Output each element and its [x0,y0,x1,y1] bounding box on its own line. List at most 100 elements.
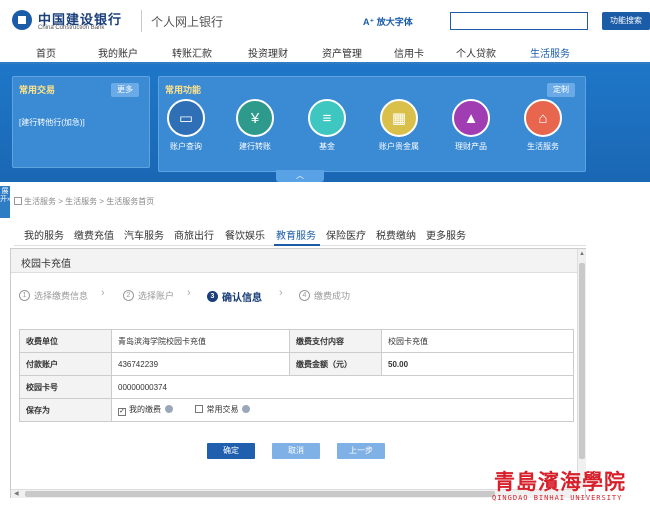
enlarge-font-link[interactable]: A⁺ 放大字体 [363,15,413,28]
account-label: 付款账户 [19,352,112,376]
life-service-icon: ⌂ [524,99,562,137]
function-wealth[interactable]: ▲ 理财产品 [444,99,498,152]
divider [141,10,142,32]
function-fund[interactable]: ≡ 基金 [300,99,354,152]
breadcrumb-text: 生活服务 > 生活服务 > 生活服务首页 [24,197,155,206]
step-2: 2 选择账户 [123,289,174,302]
help-icon[interactable] [242,405,251,413]
card-label: 校园卡号 [19,375,112,399]
breadcrumb: 生活服务 > 生活服务 > 生活服务首页 [14,196,154,207]
active-tab-indicator [274,244,320,246]
tab-travel[interactable]: 商旅出行 [174,227,214,242]
amount-value: 50.00 [381,352,574,376]
common-functions-panel: 常用功能 定制 ▭ 账户查询 ¥ 建行转账 ≡ 基金 ▦ 账户贵金属 ▲ 理财产… [158,76,586,172]
nav-item-home[interactable]: 首页 [36,45,56,60]
wealth-icon: ▲ [452,99,490,137]
bank-logo-icon[interactable] [12,10,32,30]
bank-name-en: China Construction Bank [38,25,105,31]
content-frame: 校园卡充值 1 选择缴费信息 › 2 选择账户 › 3 确认信息 › 4 缴费成功 收费… [10,248,586,498]
function-gold[interactable]: ▦ 账户贵金属 [372,99,426,152]
help-icon[interactable] [165,405,173,413]
more-button[interactable]: 更多 [111,83,139,97]
tab-dining[interactable]: 餐饮娱乐 [225,227,265,242]
save-as-options: ✓ 我的缴费 常用交易 [111,398,574,422]
function-account-query[interactable]: ▭ 账户查询 [159,99,213,152]
step-3: 3 确认信息 [207,289,262,304]
tab-education[interactable]: 教育服务 [276,227,316,242]
chevron-right-icon: › [187,287,191,299]
chevron-right-icon: › [279,287,283,299]
table-row: 付款账户 436742239 缴费金额（元） 50.00 [19,352,574,376]
amount-label: 缴费金额（元） [289,352,382,376]
account-query-icon: ▭ [167,99,205,137]
quick-access-banner: 常用交易 更多 [建行转他行(加急)] 常用功能 定制 ▭ 账户查询 ¥ 建行转… [0,64,650,182]
vertical-scrollbar[interactable]: ▲ [577,249,586,489]
university-watermark: 青島濱海學院 [494,469,626,494]
tab-payment[interactable]: 缴费充值 [74,227,114,242]
fund-icon: ≡ [308,99,346,137]
content-value: 校园卡充值 [381,329,574,353]
save-as-label: 保存为 [19,398,112,422]
panel-title: 校园卡充值 [21,259,71,270]
nav-item-my-account[interactable]: 我的账户 [98,45,138,60]
main-nav: 首页 我的账户 转账汇款 投资理财 资产管理 信用卡 个人贷款 生活服务 [0,40,650,64]
quick-trade-title: 常用交易 [19,85,56,95]
service-tabs: 我的服务 缴费充值 汽车服务 商旅出行 餐饮娱乐 教育服务 保险医疗 税费缴纳 … [14,220,586,246]
home-icon[interactable] [14,197,22,205]
confirm-button[interactable]: 确定 [207,443,255,459]
previous-step-button[interactable]: 上一步 [337,443,385,459]
gold-icon: ▦ [380,99,418,137]
function-label: 基金 [319,142,335,151]
card-value: 00000000374 [111,375,574,399]
nav-item-transfer[interactable]: 转账汇款 [172,45,212,60]
side-expand-handle[interactable]: 展开» [0,186,11,218]
customize-button[interactable]: 定制 [547,83,575,97]
payee-value: 青岛滨海学院校园卡充值 [111,329,290,353]
account-value: 436742239 [111,352,290,376]
tab-car[interactable]: 汽车服务 [124,227,164,242]
common-trade-label: 常用交易 [206,405,239,414]
function-label: 建行转账 [239,142,271,151]
function-label: 账户贵金属 [379,142,419,151]
collapse-banner-toggle[interactable]: ︿ [276,170,324,182]
nav-item-credit-card[interactable]: 信用卡 [394,45,424,60]
common-trade-checkbox[interactable] [195,405,204,413]
tab-insurance[interactable]: 保险医疗 [326,227,366,242]
common-functions-title: 常用功能 [165,85,202,95]
header: 中国建设银行 China Construction Bank 个人网上银行 A⁺… [0,0,650,40]
nav-item-life-service[interactable]: 生活服务 [530,45,570,60]
scroll-left-icon[interactable]: ◀ [14,490,19,497]
cancel-button[interactable]: 取消 [272,443,320,459]
scroll-up-icon[interactable]: ▲ [579,251,585,257]
chevron-up-icon: ︿ [296,171,304,180]
nav-item-invest[interactable]: 投资理财 [248,45,288,60]
function-label: 账户查询 [170,142,202,151]
tab-my-service[interactable]: 我的服务 [24,227,64,242]
function-label: 生活服务 [527,142,559,151]
tab-more[interactable]: 更多服务 [426,227,466,242]
tab-tax[interactable]: 税费缴纳 [376,227,416,242]
step-4: 4 缴费成功 [299,289,350,302]
function-transfer[interactable]: ¥ 建行转账 [228,99,282,152]
function-search-button[interactable]: 功能搜索 [602,12,650,30]
transfer-icon: ¥ [236,99,274,137]
payment-info-table: 收费单位 青岛滨海学院校园卡充值 缴费支付内容 校园卡充值 付款账户 43674… [19,329,574,422]
content-label: 缴费支付内容 [289,329,382,353]
function-life-service[interactable]: ⌂ 生活服务 [516,99,570,152]
university-watermark-en: QINGDAO BINHAI UNIVERSITY [492,494,623,502]
quick-trade-panel: 常用交易 更多 [建行转他行(加急)] [12,76,150,168]
chevron-right-icon: › [101,287,105,299]
content-header: 校园卡充值 [11,249,577,273]
payee-label: 收费单位 [19,329,112,353]
step-1: 1 选择缴费信息 [19,289,88,302]
quick-trade-link[interactable]: [建行转他行(加急)] [19,117,85,128]
my-payment-label: 我的缴费 [129,405,161,414]
function-search-input[interactable] [450,12,588,30]
nav-item-loan[interactable]: 个人贷款 [456,45,496,60]
my-payment-checkbox[interactable]: ✓ [118,408,126,416]
scroll-thumb[interactable] [25,491,495,497]
scroll-thumb[interactable] [579,263,585,459]
table-row: 收费单位 青岛滨海学院校园卡充值 缴费支付内容 校园卡充值 [19,329,574,353]
nav-item-asset[interactable]: 资产管理 [322,45,362,60]
function-label: 理财产品 [455,142,487,151]
